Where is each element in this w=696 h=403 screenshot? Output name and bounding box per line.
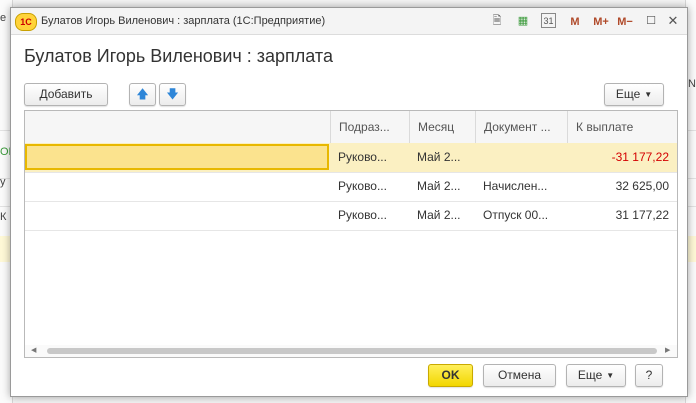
table-cell-document[interactable]: Начислен... bbox=[475, 172, 567, 200]
table-cell-amount[interactable]: -31 177,22 bbox=[567, 143, 677, 171]
move-up-button[interactable]: 🡅 bbox=[129, 83, 156, 106]
scroll-left-icon[interactable]: ◀ bbox=[31, 345, 36, 357]
background-text: N bbox=[688, 78, 696, 90]
table-cell-department[interactable]: Руково... bbox=[330, 172, 409, 200]
add-button[interactable]: Добавить bbox=[24, 83, 108, 106]
table-cell-amount[interactable]: 32 625,00 bbox=[567, 172, 677, 200]
column-header-department[interactable]: Подраз... bbox=[330, 111, 409, 143]
memory-subtract-button[interactable]: M− bbox=[615, 14, 635, 30]
maximize-icon[interactable]: ☐ bbox=[643, 13, 659, 29]
chevron-down-icon: ▼ bbox=[606, 371, 615, 380]
table-icon[interactable]: ▦ bbox=[515, 13, 531, 29]
table-row[interactable]: Руково... Май 2... -31 177,22 bbox=[25, 143, 677, 173]
memory-store-button[interactable]: M bbox=[567, 14, 583, 30]
form-title: Булатов Игорь Виленович : зарплата bbox=[24, 46, 333, 66]
background-text: е bbox=[0, 12, 7, 24]
ok-button[interactable]: OK bbox=[428, 364, 473, 387]
table-cell-amount[interactable]: 31 177,22 bbox=[567, 201, 677, 229]
table-cell-row-marker[interactable] bbox=[25, 144, 329, 170]
app-logo-icon: 1С bbox=[15, 13, 37, 31]
document-icon[interactable]: 🗎 bbox=[489, 13, 505, 29]
table-cell-department[interactable]: Руково... bbox=[330, 201, 409, 229]
table-cell-month[interactable]: Май 2... bbox=[409, 172, 475, 200]
cancel-button[interactable]: Отмена bbox=[483, 364, 556, 387]
salary-table[interactable]: Подраз... Месяц Документ ... К выплате Р… bbox=[24, 110, 678, 358]
move-down-button[interactable]: 🡇 bbox=[159, 83, 186, 106]
window-title: Булатов Игорь Виленович : зарплата (1С:П… bbox=[41, 15, 326, 27]
arrow-down-icon: 🡇 bbox=[166, 87, 179, 101]
table-cell-document[interactable] bbox=[475, 143, 567, 171]
column-header-month[interactable]: Месяц bbox=[409, 111, 475, 143]
footer-more-label: Еще bbox=[577, 368, 603, 382]
more-label: Еще bbox=[615, 87, 641, 101]
horizontal-scrollbar[interactable]: ◀ ▶ bbox=[25, 345, 677, 357]
more-button[interactable]: Еще ▼ bbox=[604, 83, 664, 106]
background-text: у bbox=[0, 176, 6, 188]
table-row[interactable]: Руково... Май 2... Отпуск 00... 31 177,2… bbox=[25, 201, 677, 231]
chevron-down-icon: ▼ bbox=[644, 90, 653, 99]
table-cell-month[interactable]: Май 2... bbox=[409, 143, 475, 171]
table-row[interactable]: Руково... Май 2... Начислен... 32 625,00 bbox=[25, 172, 677, 202]
scrollbar-thumb[interactable] bbox=[47, 348, 657, 354]
title-bar: 1С Булатов Игорь Виленович : зарплата (1… bbox=[11, 8, 687, 35]
table-cell-department[interactable]: Руково... bbox=[330, 143, 409, 171]
help-button[interactable]: ? bbox=[635, 364, 663, 387]
footer-more-button[interactable]: Еще ▼ bbox=[566, 364, 626, 387]
close-icon[interactable]: ✕ bbox=[665, 13, 681, 29]
table-header: Подраз... Месяц Документ ... К выплате bbox=[25, 111, 677, 144]
column-header-document[interactable]: Документ ... bbox=[475, 111, 567, 143]
column-header-amount[interactable]: К выплате bbox=[567, 111, 677, 143]
memory-add-button[interactable]: M+ bbox=[591, 14, 611, 30]
calendar-icon[interactable]: 31 bbox=[541, 13, 556, 28]
scroll-right-icon[interactable]: ▶ bbox=[665, 345, 670, 357]
table-cell-document[interactable]: Отпуск 00... bbox=[475, 201, 567, 229]
background-text: К bbox=[0, 211, 7, 223]
table-cell-month[interactable]: Май 2... bbox=[409, 201, 475, 229]
arrow-up-icon: 🡅 bbox=[136, 87, 149, 101]
salary-dialog: 1С Булатов Игорь Виленович : зарплата (1… bbox=[10, 7, 688, 397]
